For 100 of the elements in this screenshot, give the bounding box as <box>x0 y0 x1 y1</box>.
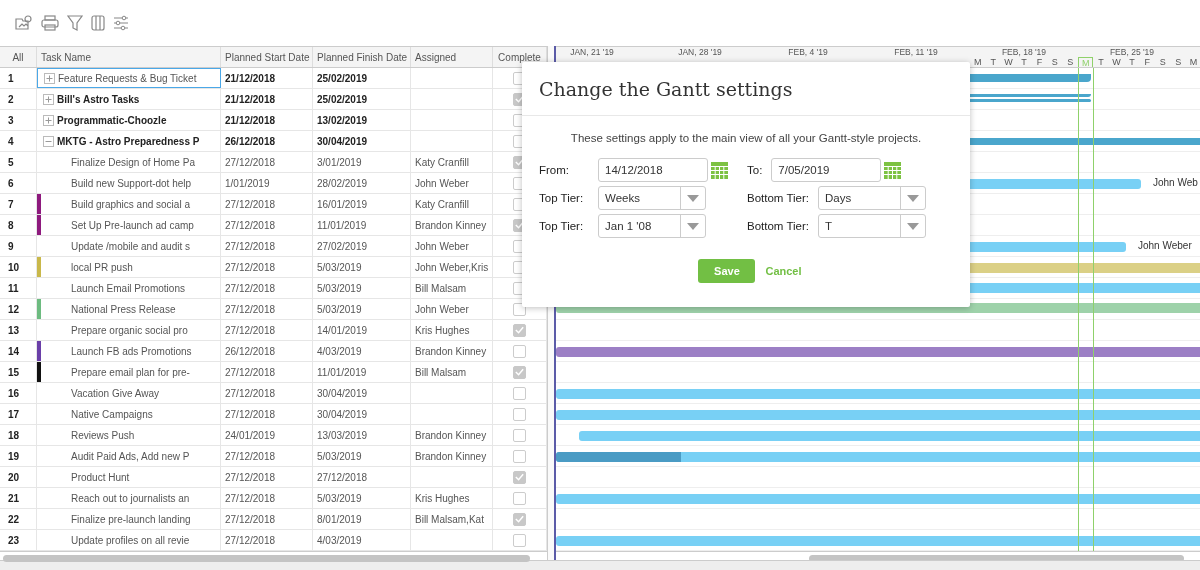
assignee: Kris Hughes <box>415 324 470 336</box>
field-label: Bottom Tier: <box>747 192 809 204</box>
date-cell: 27/12/2018 <box>221 509 313 529</box>
date-cell: 28/02/2019 <box>313 173 411 193</box>
dialog-description: These settings apply to the main view of all your Gantt-style projects. <box>569 132 923 144</box>
row-number: 2 <box>0 89 37 109</box>
date-cell: 27/12/2018 <box>221 446 313 466</box>
date-cell: 27/12/2018 <box>221 152 313 172</box>
date-cell: 30/04/2019 <box>313 131 411 151</box>
date-cell: 21/12/2018 <box>221 89 313 109</box>
date-cell: 27/12/2018 <box>313 467 411 487</box>
assignee: Bill Malsam <box>415 282 467 294</box>
task-name: Set Up Pre-launch ad camp <box>71 219 194 231</box>
date-cell: 27/12/2018 <box>221 383 313 403</box>
date-cell: 24/01/2019 <box>221 425 313 445</box>
assignee: Brandon Kinney <box>415 345 487 357</box>
task-name: Reviews Push <box>71 429 135 441</box>
date-cell: 13/03/2019 <box>313 425 411 445</box>
date-cell: 27/12/2018 <box>221 194 313 214</box>
task-name: Launch Email Promotions <box>71 282 185 294</box>
date-cell: 5/03/2019 <box>313 257 411 277</box>
row-number: 1 <box>0 68 37 88</box>
task-name: Build graphics and social a <box>71 198 190 210</box>
task-name: Audit Paid Ads, Add new P <box>71 450 190 462</box>
day-label: W <box>1003 57 1014 67</box>
task-name: Product Hunt <box>71 471 130 483</box>
date-cell: 30/04/2019 <box>313 383 411 403</box>
date-cell: 4/03/2019 <box>313 341 411 361</box>
date-cell: 27/12/2018 <box>221 320 313 340</box>
day-label: S <box>1158 57 1167 67</box>
date-cell: 27/12/2018 <box>221 362 313 382</box>
day-label: S <box>1066 57 1075 67</box>
day-label: F <box>1035 57 1044 67</box>
day-label: M <box>1077 57 1094 67</box>
row-number: 13 <box>0 320 37 340</box>
day-label: W <box>1111 57 1122 67</box>
date-cell: 25/02/2019 <box>313 68 411 88</box>
date-cell: 11/01/2019 <box>313 362 411 382</box>
day-label: T <box>1097 57 1105 67</box>
date-cell: 27/12/2018 <box>221 404 313 424</box>
date-cell: 3/01/2019 <box>313 152 411 172</box>
day-label: F <box>1143 57 1152 67</box>
row-number: 17 <box>0 404 37 424</box>
date-cell: 14/01/2019 <box>313 320 411 340</box>
bar-label: John Weber <box>1138 240 1192 251</box>
field-label: Top Tier: <box>539 220 585 232</box>
field-label: From: <box>539 164 571 176</box>
bar-label: John Web <box>1153 177 1198 188</box>
row-number: 22 <box>0 509 37 529</box>
date-cell: 27/12/2018 <box>221 467 313 487</box>
date-cell: 11/01/2019 <box>313 215 411 235</box>
task-name: Prepare email plan for pre- <box>71 366 190 378</box>
date-cell: 13/02/2019 <box>313 110 411 130</box>
date-cell: 27/12/2018 <box>221 530 313 550</box>
task-name: Native Campaigns <box>71 408 153 420</box>
dialog-title: Change the Gantt settings <box>522 62 970 116</box>
date-cell: 27/12/2018 <box>221 488 313 508</box>
week-label: FEB, 11 '19 <box>894 47 938 57</box>
task-name: Update profiles on all revie <box>71 534 190 546</box>
assignee: John Weber,Kris <box>415 261 489 273</box>
day-label: T <box>1020 57 1028 67</box>
task-name: Finalize pre-launch landing <box>71 513 191 525</box>
date-cell: 27/12/2018 <box>221 257 313 277</box>
task-name: Update /mobile and audit s <box>71 240 190 252</box>
task-name: Bill's Astro Tasks <box>57 93 140 105</box>
task-name: Vacation Give Away <box>71 387 159 399</box>
field-label: To: <box>747 164 763 176</box>
assignee: John Weber <box>415 177 469 189</box>
assignee: Brandon Kinney <box>415 450 487 462</box>
task-name: Finalize Design of Home Pa <box>71 156 195 168</box>
task-name: Feature Requests & Bug Ticket <box>58 72 197 84</box>
day-label: S <box>1050 57 1059 67</box>
day-label: T <box>989 57 997 67</box>
row-number: 3 <box>0 110 37 130</box>
date-cell: 5/03/2019 <box>313 488 411 508</box>
date-cell: 4/03/2019 <box>313 530 411 550</box>
row-number: 5 <box>0 152 37 172</box>
row-number: 21 <box>0 488 37 508</box>
assignee: Katy Cranfill <box>415 156 469 168</box>
day-label: M <box>972 57 983 67</box>
date-cell: 27/12/2018 <box>221 236 313 256</box>
field-label: Bottom Tier: <box>747 220 809 232</box>
row-number: 6 <box>0 173 37 193</box>
date-cell: 27/02/2019 <box>313 236 411 256</box>
date-cell: 21/12/2018 <box>221 68 313 88</box>
row-number: 11 <box>0 278 37 298</box>
date-cell: 5/03/2019 <box>313 299 411 319</box>
date-cell: 26/12/2018 <box>221 341 313 361</box>
week-label: JAN, 28 '19 <box>678 47 722 57</box>
task-name: Reach out to journalists an <box>71 492 190 504</box>
date-cell: 5/03/2019 <box>313 278 411 298</box>
assignee: Brandon Kinney <box>415 219 487 231</box>
assignee: Bill Malsam,Kat <box>415 513 484 525</box>
task-name: MKTG - Astro Preparedness P <box>57 135 200 147</box>
assignee: Brandon Kinney <box>415 429 487 441</box>
assignee: John Weber <box>415 240 469 252</box>
row-number: 19 <box>0 446 37 466</box>
week-label: FEB, 18 '19 <box>1001 47 1047 57</box>
row-number: 4 <box>0 131 37 151</box>
day-label: M <box>1188 57 1199 67</box>
